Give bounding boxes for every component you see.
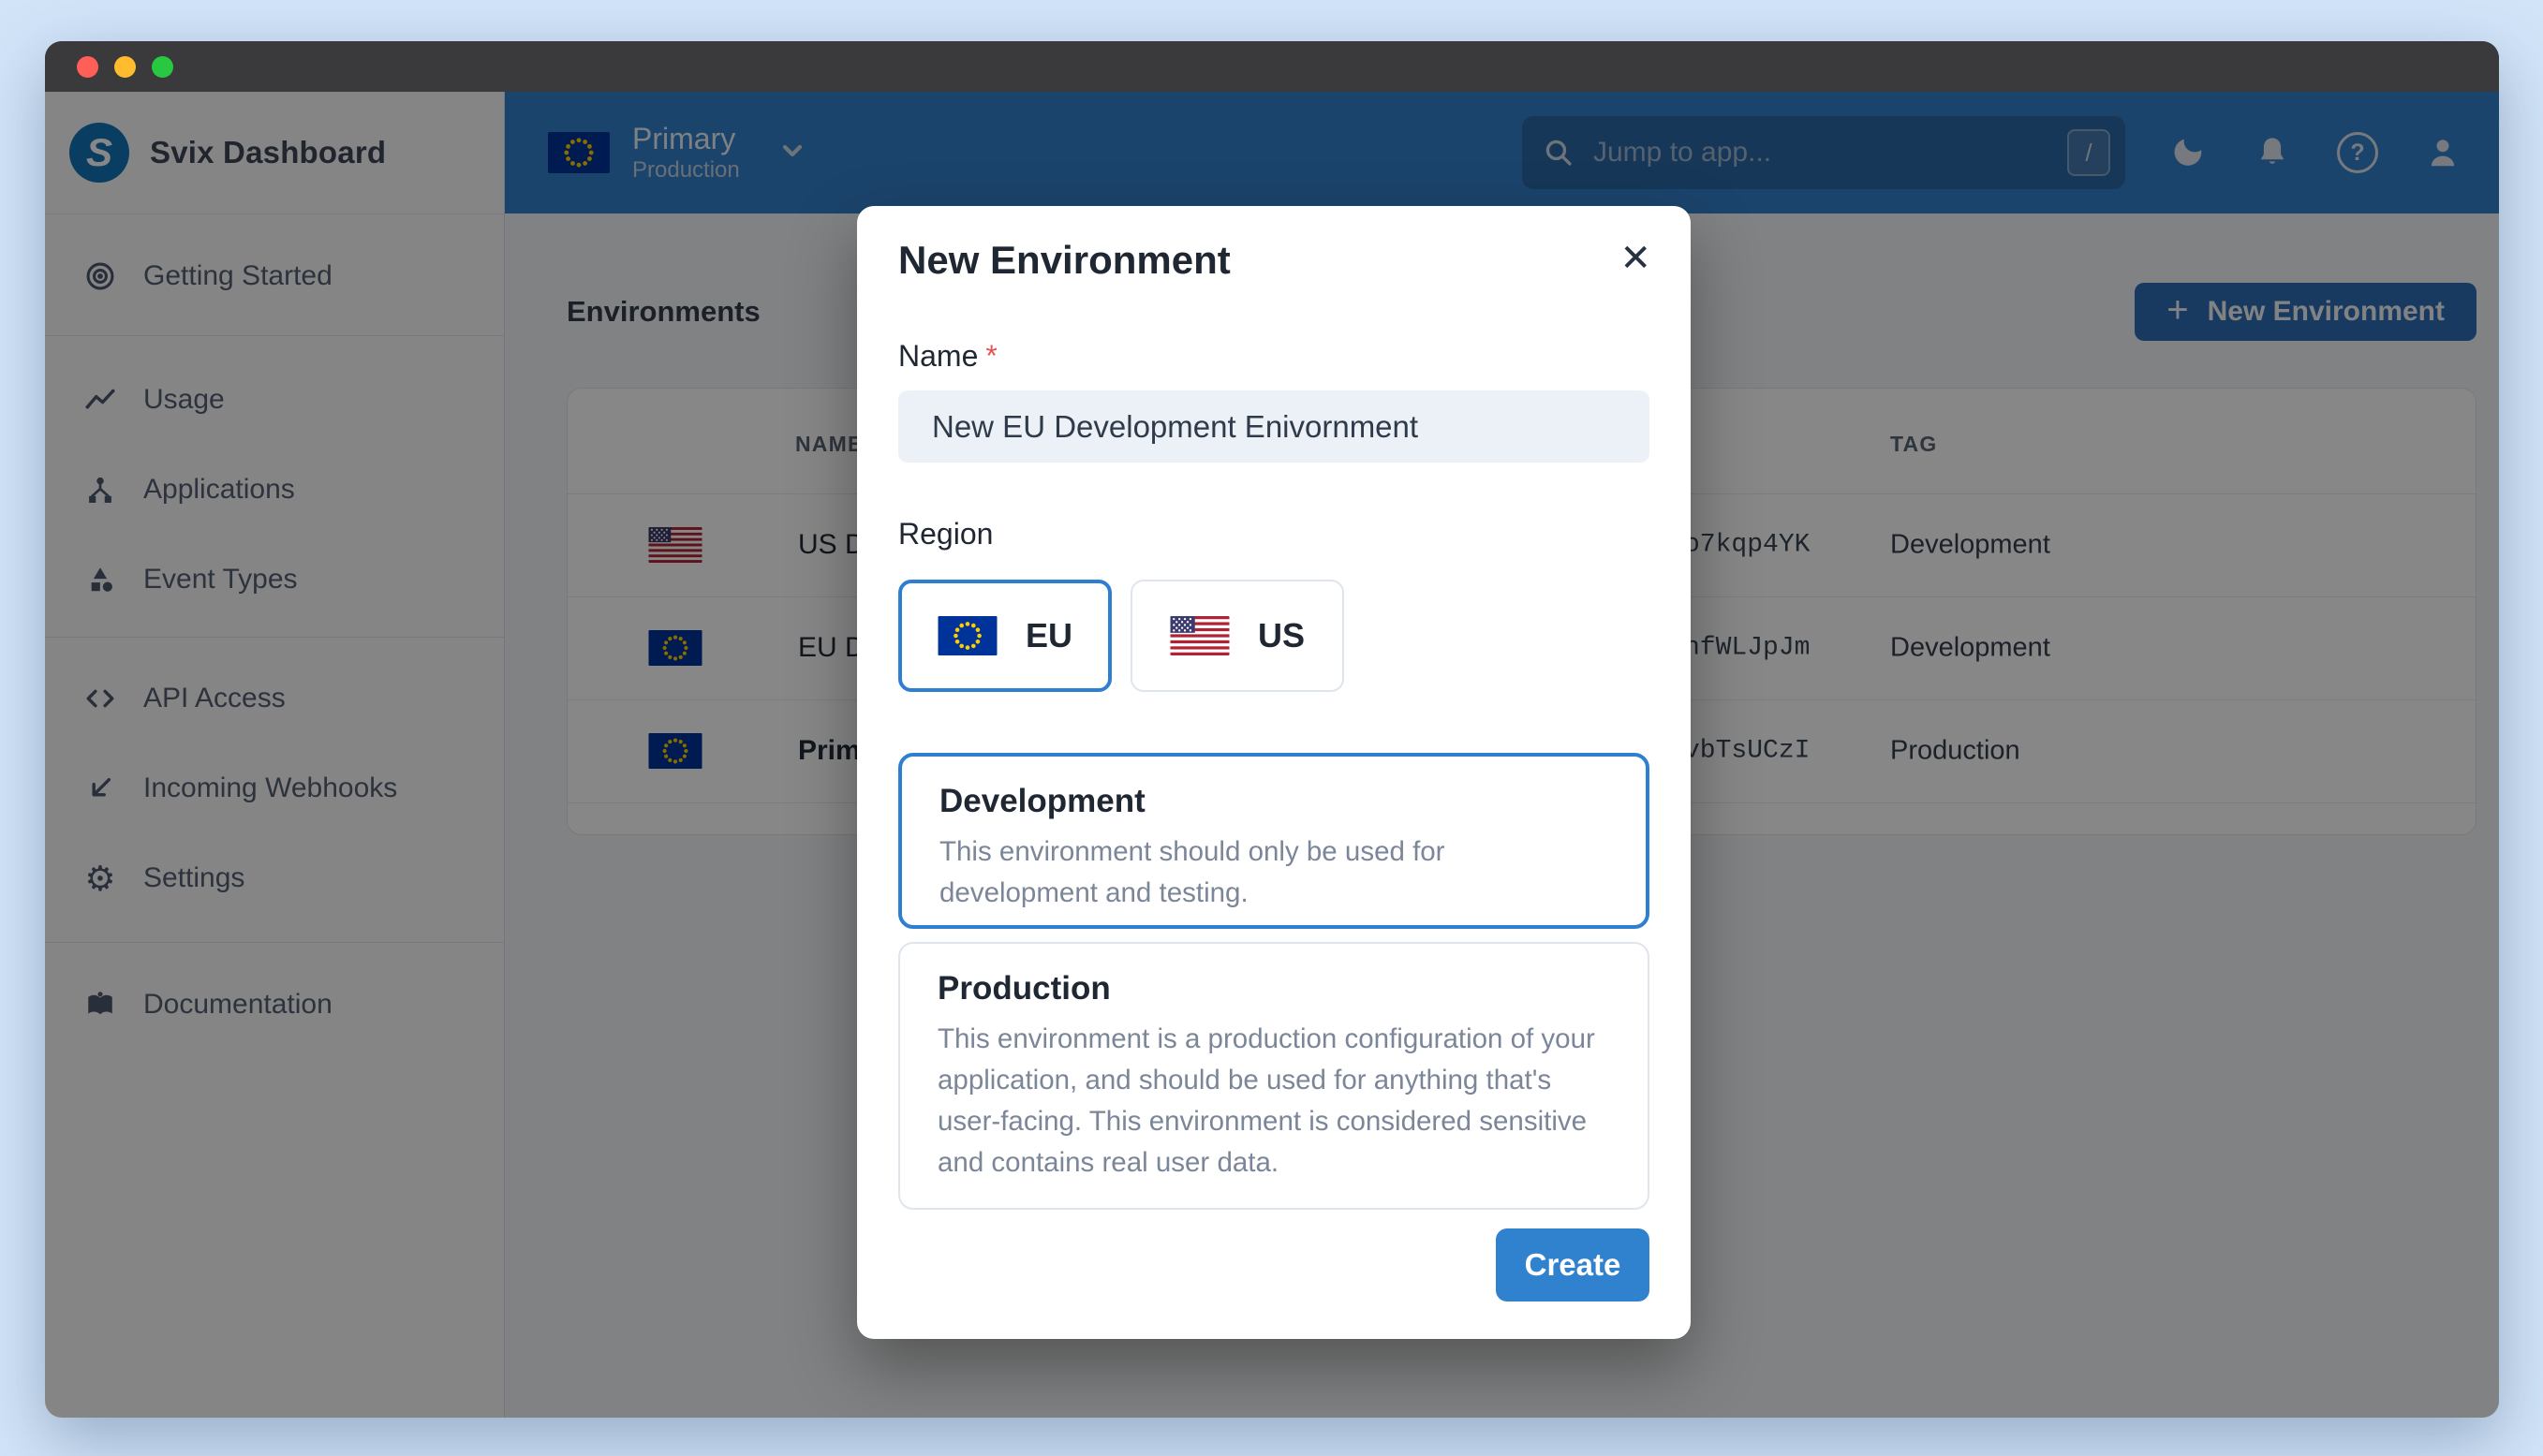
region-option-label: EU [1025,616,1072,654]
type-option-description: This environment should only be used for… [939,836,1445,908]
close-icon[interactable]: ✕ [1619,240,1651,277]
region-field-label: Region [898,517,994,551]
eu-flag-icon [938,616,998,655]
window-close-button[interactable] [77,55,98,78]
type-option-title: Production [938,970,1111,1007]
environment-type-option-development[interactable]: Development This environment should only… [898,753,1649,929]
type-option-title: Development [939,783,1146,819]
window-minimize-button[interactable] [114,55,136,78]
environment-name-input[interactable] [898,390,1649,463]
region-options: EU US [898,580,1649,692]
required-mark: * [985,339,998,373]
type-option-description: This environment is a production configu… [938,1023,1595,1178]
modal-title: New Environment [898,238,1231,282]
app-window: S Svix Dashboard Getting Started Usage A… [45,41,2499,1418]
region-option-eu[interactable]: EU [898,580,1112,692]
app-content: S Svix Dashboard Getting Started Usage A… [45,92,2499,1418]
window-zoom-button[interactable] [152,55,173,78]
region-option-label: US [1257,616,1305,654]
create-button[interactable]: Create [1496,1228,1649,1302]
name-field-label: Name * [898,339,998,373]
new-environment-modal: New Environment ✕ Name* Region EU US Dev… [857,206,1691,1339]
region-option-us[interactable]: US [1131,580,1344,692]
us-flag-icon [1170,616,1230,655]
window-titlebar [45,41,2499,92]
environment-type-option-production[interactable]: Production This environment is a product… [898,942,1649,1210]
